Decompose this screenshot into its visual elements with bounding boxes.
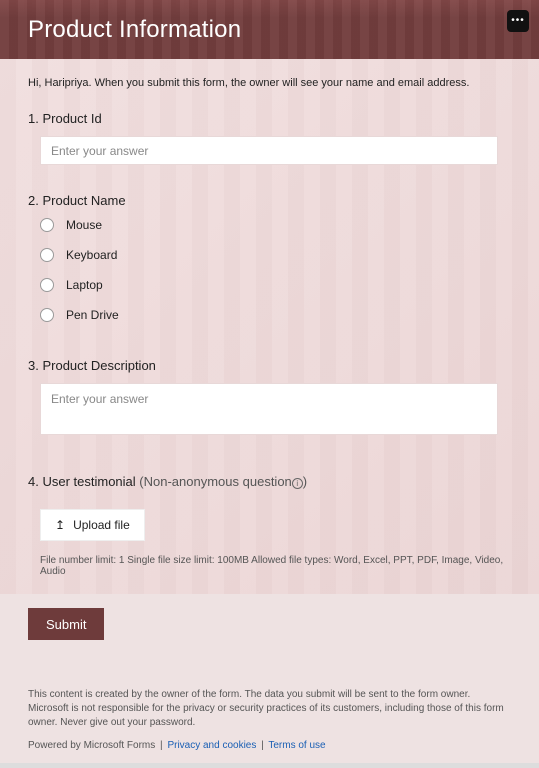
option-label: Laptop xyxy=(66,278,103,292)
question-title: 4. User testimonial (Non-anonymous quest… xyxy=(28,474,511,489)
question-label: Product Description xyxy=(42,358,155,373)
option-keyboard[interactable]: Keyboard xyxy=(40,248,511,262)
question-label: Product Id xyxy=(42,111,101,126)
question-product-name: 2. Product Name Mouse Keyboard Laptop Pe… xyxy=(28,193,511,322)
disclaimer-text: This content is created by the owner of … xyxy=(28,688,511,730)
question-number: 1. xyxy=(28,111,39,126)
hint-close: ) xyxy=(303,474,307,489)
option-label: Mouse xyxy=(66,218,102,232)
powered-by: Powered by Microsoft Forms | Privacy and… xyxy=(28,740,511,751)
page-title: Product Information xyxy=(28,16,241,44)
upload-icon: ↥ xyxy=(55,518,65,532)
options-group: Mouse Keyboard Laptop Pen Drive xyxy=(40,218,511,322)
question-number: 3. xyxy=(28,358,39,373)
privacy-link[interactable]: Privacy and cookies xyxy=(167,740,256,751)
form-header: Product Information ••• xyxy=(0,0,539,59)
radio-icon xyxy=(40,248,54,262)
option-pendrive[interactable]: Pen Drive xyxy=(40,308,511,322)
question-user-testimonial: 4. User testimonial (Non-anonymous quest… xyxy=(28,474,511,577)
radio-icon xyxy=(40,308,54,322)
option-mouse[interactable]: Mouse xyxy=(40,218,511,232)
powered-prefix: Powered by Microsoft Forms xyxy=(28,740,158,751)
info-icon[interactable]: i xyxy=(292,478,303,489)
question-title: 3. Product Description xyxy=(28,358,511,373)
question-label: User testimonial xyxy=(42,474,135,489)
upload-file-button[interactable]: ↥ Upload file xyxy=(40,509,145,541)
question-product-id: 1. Product Id xyxy=(28,111,511,165)
product-description-input[interactable] xyxy=(40,383,498,435)
product-id-input[interactable] xyxy=(40,136,498,165)
question-title: 1. Product Id xyxy=(28,111,511,126)
form-body: Hi, Haripriya. When you submit this form… xyxy=(0,59,539,594)
file-upload-note: File number limit: 1 Single file size li… xyxy=(40,555,511,577)
question-hint: (Non-anonymous question xyxy=(139,474,291,489)
bottom-bar xyxy=(0,763,539,768)
ellipsis-icon: ••• xyxy=(511,16,525,26)
intro-text: Hi, Haripriya. When you submit this form… xyxy=(28,77,511,89)
radio-icon xyxy=(40,278,54,292)
terms-link[interactable]: Terms of use xyxy=(268,740,325,751)
radio-icon xyxy=(40,218,54,232)
upload-label: Upload file xyxy=(73,518,130,532)
question-product-description: 3. Product Description xyxy=(28,358,511,440)
form-footer: Submit This content is created by the ow… xyxy=(0,594,539,763)
question-title: 2. Product Name xyxy=(28,193,511,208)
more-actions-button[interactable]: ••• xyxy=(507,10,529,32)
submit-button[interactable]: Submit xyxy=(28,608,104,640)
question-number: 4. xyxy=(28,474,39,489)
question-number: 2. xyxy=(28,193,39,208)
option-label: Pen Drive xyxy=(66,308,119,322)
option-laptop[interactable]: Laptop xyxy=(40,278,511,292)
option-label: Keyboard xyxy=(66,248,117,262)
question-label: Product Name xyxy=(42,193,125,208)
